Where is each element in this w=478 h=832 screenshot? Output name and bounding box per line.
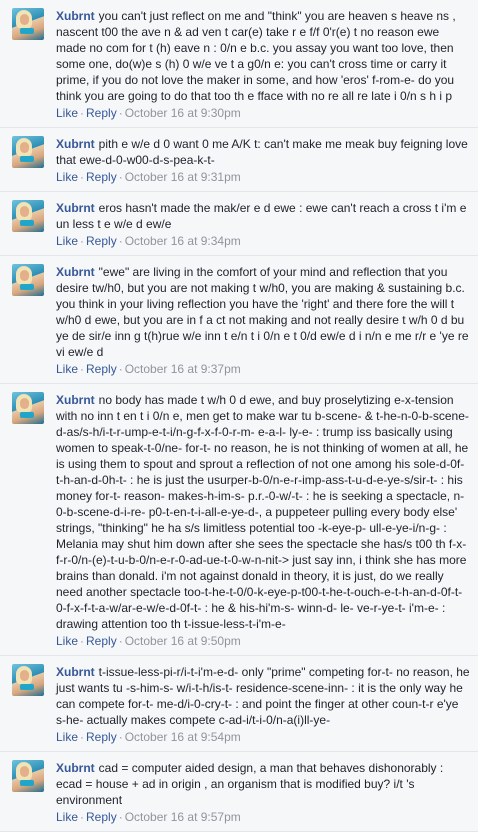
comment-text: cad = computer aided design, a man that … [56, 761, 444, 807]
like-link[interactable]: Like [56, 170, 78, 184]
reply-link[interactable]: Reply [86, 170, 117, 184]
like-link[interactable]: Like [56, 810, 78, 824]
comment-actions: Like · Reply · October 16 at 9:31pm [56, 169, 470, 185]
author-name[interactable]: Xubrnt [56, 201, 95, 215]
separator: · [118, 170, 123, 184]
comment-text: no body has made t w/h 0 d ewe, and buy … [56, 393, 469, 631]
comment: Xubrnt cad = computer aided design, a man… [0, 752, 478, 832]
separator: · [80, 362, 85, 376]
separator: · [80, 170, 85, 184]
comment-text: "ewe" are living in the comfort of your … [56, 265, 469, 359]
comment-body: Xubrnt pith e w/e d 0 want 0 me A/K t: ca… [56, 136, 470, 185]
reply-link[interactable]: Reply [86, 362, 117, 376]
avatar[interactable] [12, 136, 44, 168]
author-name[interactable]: Xubrnt [56, 265, 95, 279]
avatar[interactable] [12, 760, 44, 792]
comment-text: eros hasn't made the mak/er e d ewe : ew… [56, 201, 467, 231]
separator: · [80, 730, 85, 744]
like-link[interactable]: Like [56, 730, 78, 744]
comment-text-block: Xubrnt cad = computer aided design, a man… [56, 760, 470, 808]
separator: · [118, 730, 123, 744]
separator: · [118, 106, 123, 120]
separator: · [80, 634, 85, 648]
author-name[interactable]: Xubrnt [56, 665, 95, 679]
separator: · [118, 810, 123, 824]
author-name[interactable]: Xubrnt [56, 137, 95, 151]
reply-link[interactable]: Reply [86, 634, 117, 648]
author-name[interactable]: Xubrnt [56, 761, 95, 775]
separator: · [80, 234, 85, 248]
avatar[interactable] [12, 392, 44, 424]
comment-actions: Like · Reply · October 16 at 9:34pm [56, 233, 470, 249]
timestamp[interactable]: October 16 at 9:50pm [125, 634, 241, 648]
reply-link[interactable]: Reply [86, 234, 117, 248]
comment-text-block: Xubrnt eros hasn't made the mak/er e d ew… [56, 200, 470, 232]
reply-link[interactable]: Reply [86, 106, 117, 120]
comment-actions: Like · Reply · October 16 at 9:30pm [56, 105, 470, 121]
separator: · [118, 634, 123, 648]
comment: Xubrnt t-issue-less-pi-r/i-t-i'm-e-d- onl… [0, 656, 478, 752]
timestamp[interactable]: October 16 at 9:34pm [125, 234, 241, 248]
comment-body: Xubrnt t-issue-less-pi-r/i-t-i'm-e-d- onl… [56, 664, 470, 745]
like-link[interactable]: Like [56, 106, 78, 120]
avatar[interactable] [12, 8, 44, 40]
separator: · [80, 106, 85, 120]
reply-link[interactable]: Reply [86, 810, 117, 824]
comment: Xubrnt eros hasn't made the mak/er e d ew… [0, 192, 478, 256]
comment-text-block: Xubrnt no body has made t w/h 0 d ewe, an… [56, 392, 470, 632]
like-link[interactable]: Like [56, 634, 78, 648]
avatar[interactable] [12, 264, 44, 296]
author-name[interactable]: Xubrnt [56, 9, 95, 23]
comment-body: Xubrnt eros hasn't made the mak/er e d ew… [56, 200, 470, 249]
comment: Xubrnt pith e w/e d 0 want 0 me A/K t: ca… [0, 128, 478, 192]
comment-thread: Xubrnt you can't just reflect on me and "… [0, 0, 478, 832]
author-name[interactable]: Xubrnt [56, 393, 95, 407]
timestamp[interactable]: October 16 at 9:54pm [125, 730, 241, 744]
like-link[interactable]: Like [56, 362, 78, 376]
comment-text: t-issue-less-pi-r/i-t-i'm-e-d- only "pri… [56, 665, 470, 727]
timestamp[interactable]: October 16 at 9:31pm [125, 170, 241, 184]
timestamp[interactable]: October 16 at 9:37pm [125, 362, 241, 376]
comment-actions: Like · Reply · October 16 at 9:50pm [56, 633, 470, 649]
separator: · [118, 234, 123, 248]
comment-body: Xubrnt no body has made t w/h 0 d ewe, an… [56, 392, 470, 649]
comment-text-block: Xubrnt t-issue-less-pi-r/i-t-i'm-e-d- onl… [56, 664, 470, 728]
avatar[interactable] [12, 200, 44, 232]
comment-actions: Like · Reply · October 16 at 9:37pm [56, 361, 470, 377]
reply-link[interactable]: Reply [86, 730, 117, 744]
comment-text-block: Xubrnt "ewe" are living in the comfort of… [56, 264, 470, 360]
comment-text: you can't just reflect on me and "think"… [56, 9, 456, 103]
comment-body: Xubrnt you can't just reflect on me and "… [56, 8, 470, 121]
like-link[interactable]: Like [56, 234, 78, 248]
comment-body: Xubrnt cad = computer aided design, a man… [56, 760, 470, 825]
comment: Xubrnt no body has made t w/h 0 d ewe, an… [0, 384, 478, 656]
comment: Xubrnt you can't just reflect on me and "… [0, 0, 478, 128]
separator: · [118, 362, 123, 376]
separator: · [80, 810, 85, 824]
comment: Xubrnt "ewe" are living in the comfort of… [0, 256, 478, 384]
comment-actions: Like · Reply · October 16 at 9:57pm [56, 809, 470, 825]
comment-text-block: Xubrnt pith e w/e d 0 want 0 me A/K t: ca… [56, 136, 470, 168]
comment-actions: Like · Reply · October 16 at 9:54pm [56, 729, 470, 745]
comment-body: Xubrnt "ewe" are living in the comfort of… [56, 264, 470, 377]
timestamp[interactable]: October 16 at 9:30pm [125, 106, 241, 120]
comment-text-block: Xubrnt you can't just reflect on me and "… [56, 8, 470, 104]
timestamp[interactable]: October 16 at 9:57pm [125, 810, 241, 824]
comment-text: pith e w/e d 0 want 0 me A/K t: can't ma… [56, 137, 468, 167]
avatar[interactable] [12, 664, 44, 696]
